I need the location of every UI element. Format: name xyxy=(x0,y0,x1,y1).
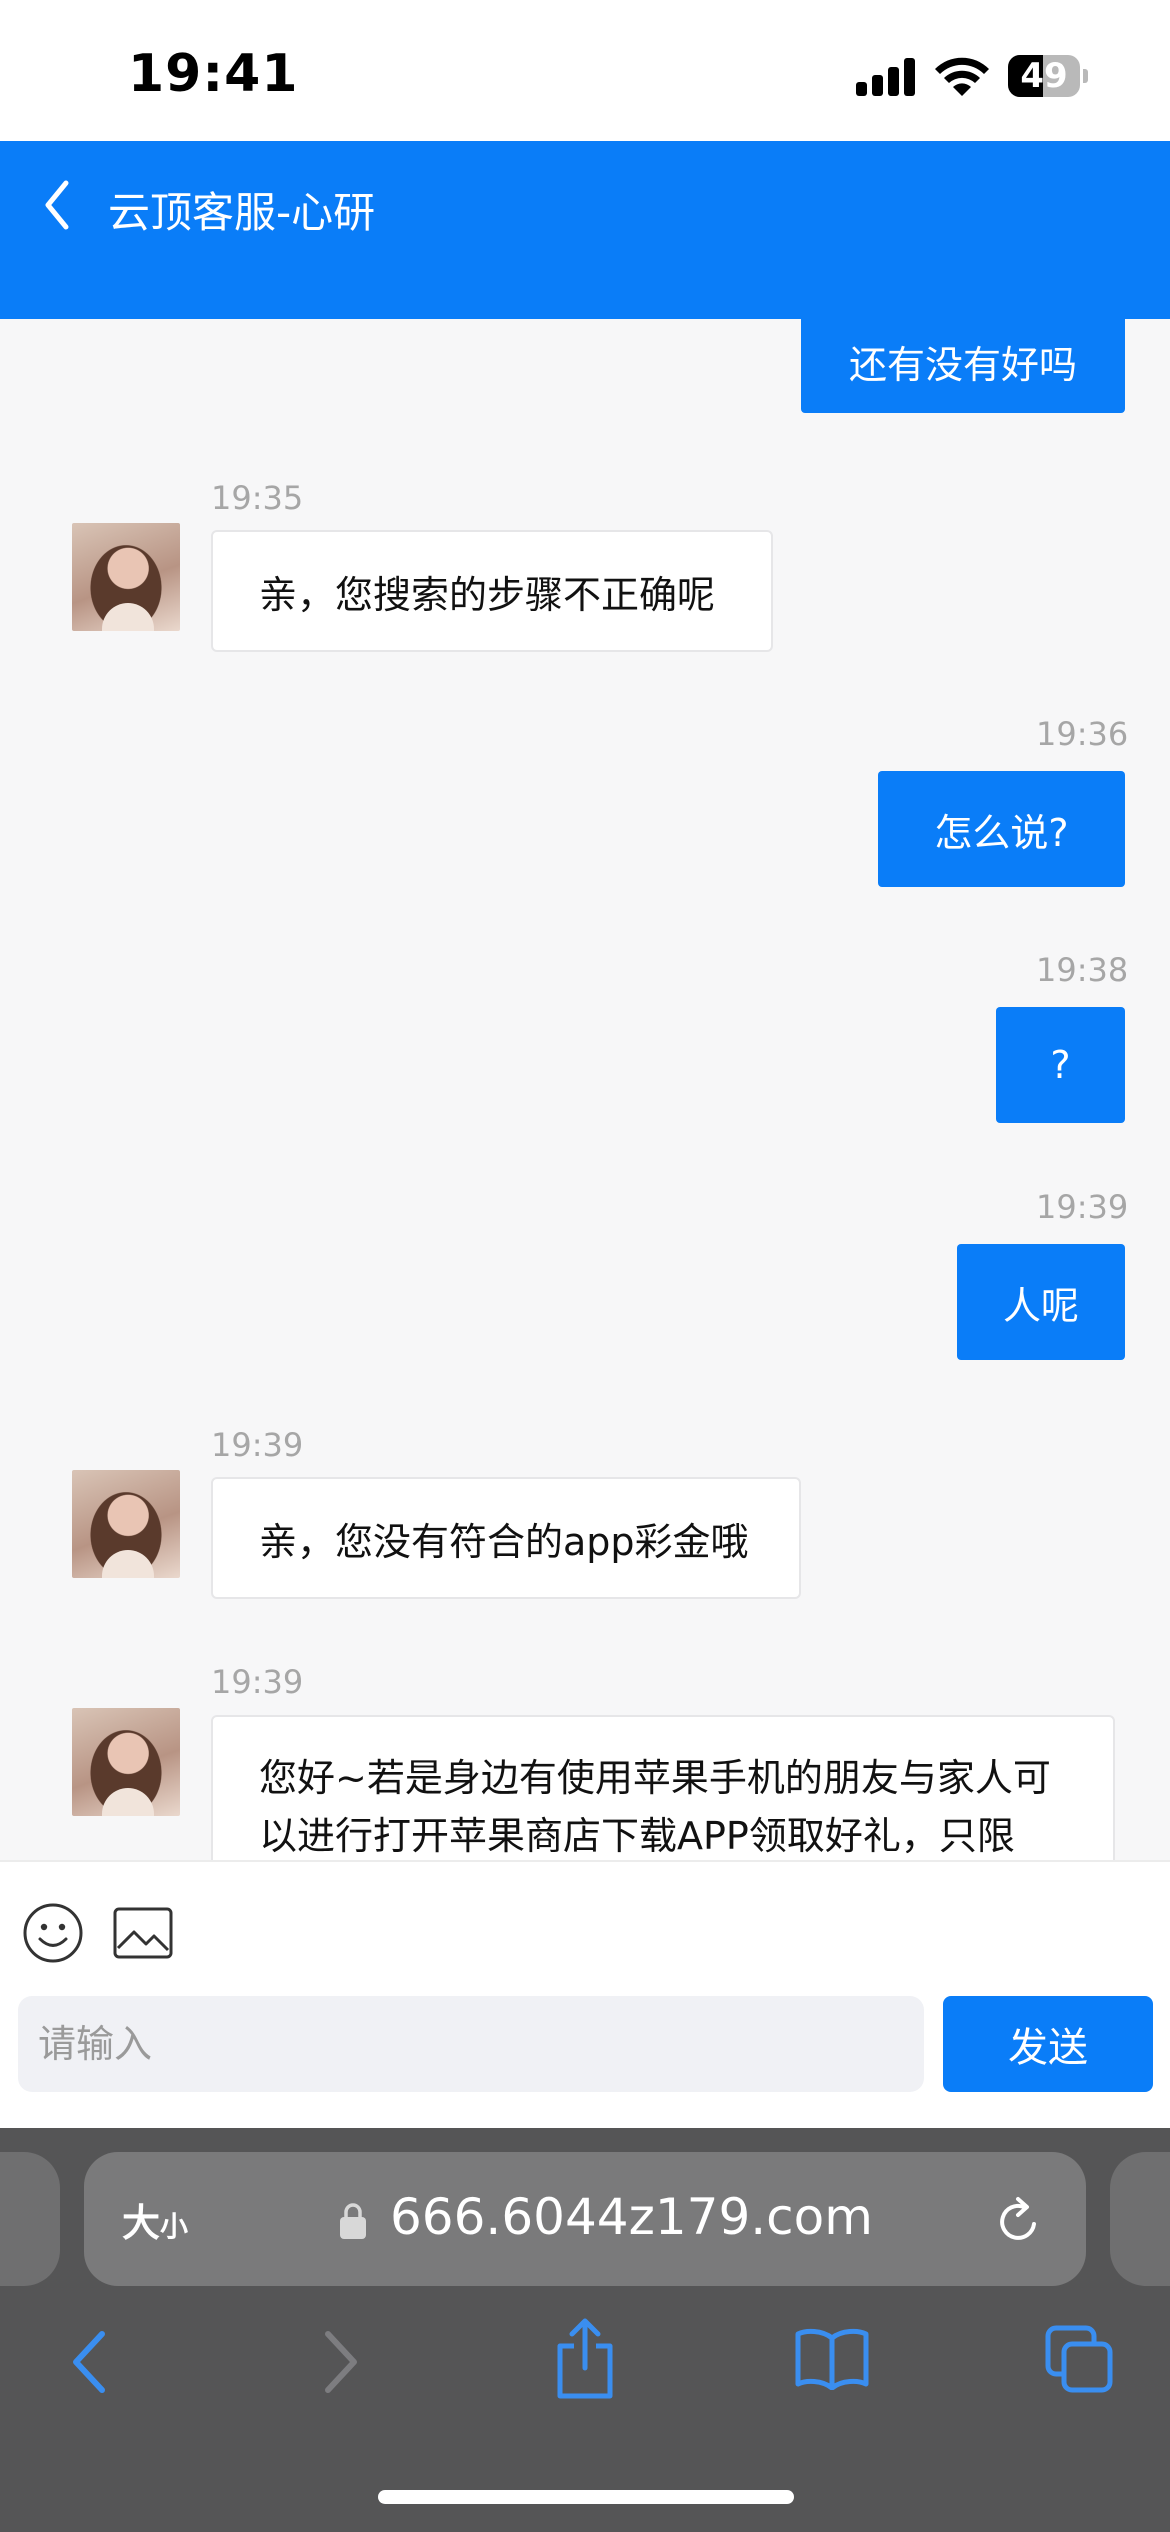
bookmarks-icon[interactable] xyxy=(794,2326,870,2390)
send-button[interactable]: 发送 xyxy=(943,1996,1153,2092)
url-text[interactable]: 666.6044z179.com xyxy=(390,2188,873,2246)
battery-percent: 49 xyxy=(1020,56,1068,96)
browser-toolbar: 大小 666.6044z179.com xyxy=(0,2128,1170,2532)
battery-icon: 49 xyxy=(1008,55,1088,97)
status-time: 19:41 xyxy=(128,44,299,104)
reload-icon[interactable] xyxy=(994,2194,1044,2246)
message-timestamp: 19:39 xyxy=(211,1426,304,1464)
back-arrow-icon[interactable] xyxy=(64,2324,114,2400)
message-composer: 发送 xyxy=(0,1860,1170,2128)
forward-arrow-icon[interactable] xyxy=(316,2324,366,2400)
incoming-message-bubble: 亲，您没有符合的app彩金哦 xyxy=(211,1477,801,1599)
incoming-message-bubble: 您好~若是身边有使用苹果手机的朋友与家人可 以进行打开苹果商店下载APP领取好礼… xyxy=(211,1715,1115,1860)
message-timestamp: 19:38 xyxy=(1036,951,1129,989)
message-input[interactable] xyxy=(18,1996,924,2092)
wifi-icon xyxy=(935,57,989,96)
status-bar: 19:41 49 xyxy=(0,0,1170,141)
message-timestamp: 19:39 xyxy=(1036,1188,1129,1226)
message-text-line: 以进行打开苹果商店下载APP领取好礼，只限 xyxy=(259,1814,1015,1858)
message-timestamp: 19:35 xyxy=(211,479,304,517)
previous-tab-preview[interactable] xyxy=(0,2152,60,2286)
home-indicator[interactable] xyxy=(378,2490,794,2504)
chat-header: 云顶客服-心研 xyxy=(0,141,1170,319)
cellular-signal-icon xyxy=(856,58,916,96)
incoming-message-bubble: 亲，您搜索的步骤不正确呢 xyxy=(211,530,773,652)
tabs-icon[interactable] xyxy=(1044,2324,1114,2394)
outgoing-message-bubble: 还有没有好吗 xyxy=(801,319,1125,413)
message-text-line: 您好~若是身边有使用苹果手机的朋友与家人可 xyxy=(259,1756,1051,1800)
text-size-button[interactable]: 大小 xyxy=(122,2192,188,2247)
message-timestamp: 19:39 xyxy=(211,1663,304,1701)
image-icon[interactable] xyxy=(112,1906,174,1960)
page-title: 云顶客服-心研 xyxy=(108,188,376,237)
outgoing-message-bubble: ? xyxy=(996,1007,1125,1123)
chat-messages[interactable]: 还有没有好吗 19:35 亲，您搜索的步骤不正确呢 19:36 怎么说? 19:… xyxy=(0,319,1170,1860)
smiley-icon[interactable] xyxy=(22,1902,84,1964)
next-tab-preview[interactable] xyxy=(1110,2152,1170,2286)
address-bar[interactable]: 大小 666.6044z179.com xyxy=(84,2152,1086,2286)
lock-icon xyxy=(340,2203,366,2239)
chevron-left-icon[interactable] xyxy=(38,175,78,235)
share-icon[interactable] xyxy=(552,2316,618,2400)
agent-avatar[interactable] xyxy=(72,523,180,631)
message-timestamp: 19:36 xyxy=(1036,715,1129,753)
outgoing-message-bubble: 怎么说? xyxy=(878,771,1125,887)
outgoing-message-bubble: 人呢 xyxy=(957,1244,1125,1360)
text-size-label: 大 xyxy=(122,2201,161,2245)
text-size-label-small: 小 xyxy=(160,2210,189,2243)
agent-avatar[interactable] xyxy=(72,1470,180,1578)
agent-avatar[interactable] xyxy=(72,1708,180,1816)
